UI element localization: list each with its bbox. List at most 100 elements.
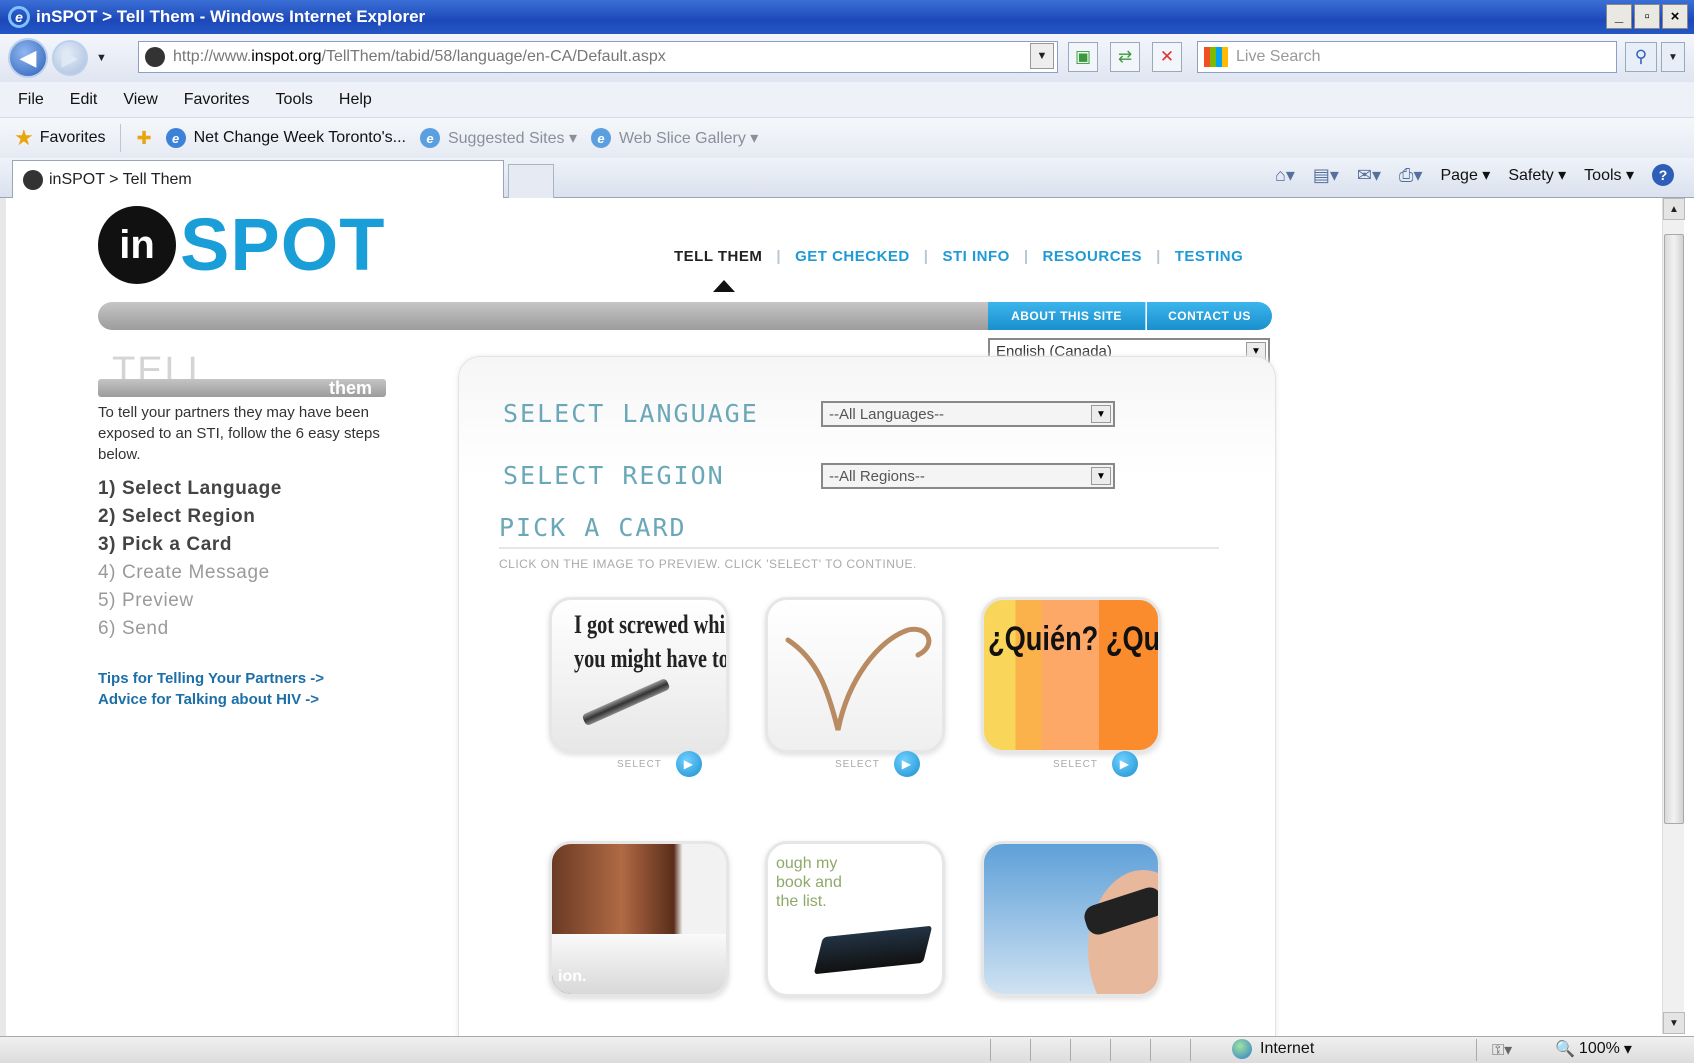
status-divider — [1150, 1039, 1151, 1061]
menu-view[interactable]: View — [123, 91, 157, 109]
search-input[interactable]: Live Search — [1197, 41, 1617, 73]
nav-sti-info[interactable]: STI INFO — [942, 248, 1009, 265]
pick-divider — [499, 547, 1219, 549]
favorites-star-icon: ★ — [14, 125, 34, 150]
about-this-site-button[interactable]: ABOUT THIS SITE — [988, 302, 1146, 330]
home-icon[interactable]: ⌂▾ — [1275, 165, 1295, 186]
chevron-down-icon[interactable]: ▼ — [1091, 467, 1111, 485]
nav-separator: | — [776, 248, 782, 265]
history-dropdown-icon[interactable]: ▼ — [96, 52, 107, 64]
search-icon[interactable]: ⚲ — [1625, 42, 1657, 72]
inspot-logo[interactable]: in SPOT — [98, 206, 385, 284]
back-button[interactable]: ◀ — [8, 38, 48, 78]
select-label: SELECT — [1053, 758, 1098, 770]
command-bar: ⌂▾ ▤▾ ✉▾ ⎙▾ Page ▾ Safety ▾ Tools ▾ ? — [1275, 164, 1674, 186]
card-select-button[interactable]: SELECT ▶ — [617, 751, 702, 777]
card-quien[interactable]: ¿Quién? ¿Qu — [981, 597, 1161, 753]
card-select-button[interactable]: SELECT ▶ — [835, 751, 920, 777]
region-dropdown[interactable]: --All Regions-- ▼ — [821, 463, 1115, 489]
minimize-button[interactable]: _ — [1606, 4, 1632, 29]
tips-telling-partners-link[interactable]: Tips for Telling Your Partners -> — [98, 668, 324, 689]
card-screwed[interactable]: I got screwed whi you might have to — [549, 597, 729, 753]
fav-link-net-change[interactable]: e Net Change Week Toronto's... — [165, 128, 406, 148]
status-divider — [1190, 1039, 1191, 1061]
menu-help[interactable]: Help — [339, 91, 372, 109]
nav-get-checked[interactable]: GET CHECKED — [795, 248, 910, 265]
new-tab-button[interactable] — [508, 164, 554, 198]
select-region-label: SELECT REGION — [503, 461, 725, 490]
fav-link-suggested-sites[interactable]: e Suggested Sites ▾ — [419, 128, 577, 148]
card-sleep-mask[interactable] — [981, 841, 1161, 997]
stop-icon[interactable]: ✕ — [1152, 42, 1182, 72]
tab-title: inSPOT > Tell Them — [49, 170, 192, 188]
status-bar: Internet ⚿▾ 🔍 100% ▾ — [0, 1036, 1694, 1063]
search-options-icon[interactable]: ▼ — [1661, 42, 1685, 72]
site-favicon-icon — [23, 170, 43, 190]
print-icon[interactable]: ⎙▾ — [1399, 165, 1422, 186]
ie-page-icon: e — [165, 128, 186, 148]
page-viewport: in SPOT TELL THEM | GET CHECKED | STI IN… — [0, 198, 1694, 1036]
zoom-control[interactable]: 🔍 100% ▾ — [1555, 1039, 1632, 1059]
compatibility-view-icon[interactable]: ▣ — [1068, 42, 1098, 72]
pick-instructions: CLICK ON THE IMAGE TO PREVIEW. CLICK 'SE… — [499, 557, 917, 571]
vertical-scrollbar[interactable]: ▲ ▼ — [1662, 198, 1685, 1034]
favorites-separator — [119, 124, 121, 152]
site-favicon-icon — [145, 47, 165, 67]
tell-them-heading: TELL them — [98, 350, 386, 398]
safety-menu[interactable]: Safety ▾ — [1508, 165, 1566, 185]
add-favorite-icon[interactable]: ✚ — [137, 128, 152, 149]
menu-favorites[interactable]: Favorites — [184, 91, 250, 109]
security-zone[interactable]: Internet — [1232, 1039, 1314, 1059]
mail-icon[interactable]: ✉▾ — [1357, 165, 1381, 186]
ie-page-icon: e — [590, 128, 611, 148]
chevron-down-icon[interactable]: ▼ — [1091, 405, 1111, 423]
window-controls: _ ▫ × — [1606, 4, 1688, 29]
forward-button[interactable]: ▶ — [52, 40, 88, 76]
maximize-button[interactable]: ▫ — [1634, 4, 1660, 29]
card-caption: I got screwed whi you might have to — [574, 610, 729, 673]
step-item: 1) Select Language — [98, 478, 282, 499]
feeds-icon[interactable]: ▤▾ — [1313, 165, 1339, 186]
refresh-icon[interactable]: ⇄ — [1110, 42, 1140, 72]
card-little-book[interactable]: ough my book and the list. — [765, 841, 945, 997]
scrollbar-thumb[interactable] — [1664, 234, 1684, 824]
nav-separator: | — [923, 248, 929, 265]
nav-testing[interactable]: TESTING — [1175, 248, 1244, 265]
pda-image — [813, 925, 933, 975]
close-window-button[interactable]: × — [1662, 4, 1688, 29]
tab-inspot-tell-them[interactable]: inSPOT > Tell Them — [12, 160, 504, 198]
card-select-button[interactable]: SELECT ▶ — [1053, 751, 1138, 777]
page-menu[interactable]: Page ▾ — [1440, 165, 1490, 185]
fav-link-label: Net Change Week Toronto's... — [193, 129, 406, 146]
header-gray-bar — [98, 302, 988, 330]
tab-bar: inSPOT > Tell Them ⌂▾ ▤▾ ✉▾ ⎙▾ Page ▾ Sa… — [0, 158, 1694, 198]
protected-mode-icon[interactable]: ⚿▾ — [1492, 1040, 1512, 1060]
live-search-icon — [1204, 47, 1228, 67]
advice-talking-hiv-link[interactable]: Advice for Talking about HIV -> — [98, 689, 324, 710]
window-title: inSPOT > Tell Them - Windows Internet Ex… — [36, 7, 426, 26]
language-dropdown[interactable]: --All Languages-- ▼ — [821, 401, 1115, 427]
scroll-up-icon[interactable]: ▲ — [1663, 198, 1685, 220]
fav-link-web-slice-gallery[interactable]: e Web Slice Gallery ▾ — [590, 128, 758, 148]
card-caption: ough my book and the list. — [776, 855, 842, 910]
nav-tell-them[interactable]: TELL THEM — [674, 248, 762, 265]
favorites-button[interactable]: ★ Favorites — [14, 125, 106, 151]
tools-menu[interactable]: Tools ▾ — [1584, 165, 1634, 185]
arrow-right-icon: ▶ — [893, 751, 920, 777]
url-domain: inspot.org — [251, 48, 322, 65]
step-item: 4) Create Message — [98, 562, 270, 583]
menu-tools[interactable]: Tools — [276, 91, 313, 109]
zone-label: Internet — [1260, 1040, 1315, 1057]
nav-resources[interactable]: RESOURCES — [1043, 248, 1143, 265]
card-string[interactable] — [765, 597, 945, 753]
scroll-down-icon[interactable]: ▼ — [1663, 1012, 1685, 1034]
menu-file[interactable]: File — [18, 91, 44, 109]
card-selection-panel: SELECT LANGUAGE --All Languages-- ▼ SELE… — [458, 356, 1276, 1036]
card-torso[interactable]: ion. — [549, 841, 729, 997]
address-dropdown-icon[interactable]: ▼ — [1030, 43, 1054, 69]
menu-edit[interactable]: Edit — [70, 91, 98, 109]
contact-us-button[interactable]: CONTACT US — [1147, 302, 1272, 330]
address-input[interactable]: http://www. inspot.org/TellThem/tabid/58/… — [138, 41, 1058, 73]
ie-page-icon: e — [419, 128, 440, 148]
help-icon[interactable]: ? — [1652, 164, 1674, 186]
